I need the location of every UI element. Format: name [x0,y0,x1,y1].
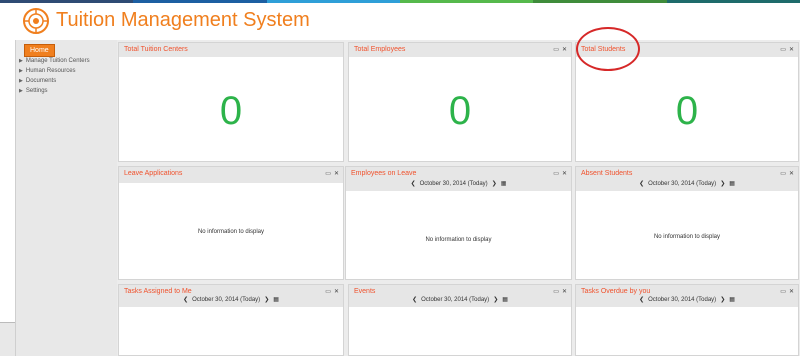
panel-controls: ▭ ✕ [550,46,567,53]
chevron-right-icon[interactable]: ❯ [720,181,725,187]
date-navigator: ❮ October 30, 2014 (Today) ❯ ▦ [576,180,798,187]
panel-employees-on-leave: Employees on Leave ▭ ✕ ❮ October 30, 2014 … [345,166,572,280]
panel-title: Tasks Overdue by you [581,288,651,295]
sidebar-item-human-resources[interactable]: ▶ Human Resources [19,66,90,76]
panel-header: Events ▭ ✕ ❮ October 30, 2014 (Today) ❯ ▦ [349,285,571,307]
sidebar: Home ▶ Manage Tuition Centers ▶ Human Reso… [15,40,117,356]
panel-controls: ▭ ✕ [777,46,794,53]
chevron-left-icon[interactable]: ❮ [411,181,416,187]
panel-header: Absent Students ▭ ✕ ❮ October 30, 2014 (To… [576,167,798,191]
app-header: Tuition Management System [0,3,800,40]
sidebar-item-label: Documents [25,78,57,84]
minimize-icon[interactable]: ▭ [325,289,331,295]
sidebar-item-documents[interactable]: ▶ Documents [19,76,90,86]
sidebar-item-label: Human Resources [25,68,76,74]
total-students-value: 0 [675,89,699,133]
panel-header: Total Tuition Centers [119,43,343,57]
panel-tasks-assigned: Tasks Assigned to Me ▭ ✕ ❮ October 30, 201… [118,284,344,356]
close-icon[interactable]: ✕ [562,289,567,295]
panel-events: Events ▭ ✕ ❮ October 30, 2014 (Today) ❯ ▦ [348,284,572,356]
panel-leave-applications: Leave Applications ▭ ✕ No information to … [118,166,344,280]
minimize-icon[interactable]: ▭ [553,289,559,295]
panel-total-employees: Total Employees ▭ ✕ 0 [348,42,572,162]
empty-message: No information to display [197,229,265,235]
close-icon[interactable]: ✕ [334,289,339,295]
left-strip [0,40,15,324]
chevron-left-icon[interactable]: ❮ [412,297,417,303]
chevron-left-icon[interactable]: ❮ [639,297,644,303]
chevron-right-icon[interactable]: ❯ [492,181,497,187]
panel-controls: ▭ ✕ [777,170,794,177]
calendar-icon[interactable]: ▦ [729,181,735,187]
panel-title: Tasks Assigned to Me [124,288,192,295]
panel-controls: ▭ ✕ [550,170,567,177]
caret-right-icon: ▶ [19,78,23,84]
panel-title: Leave Applications [124,170,183,177]
date-label: October 30, 2014 (Today) [421,297,490,303]
calendar-icon[interactable]: ▦ [729,297,735,303]
date-navigator: ❮ October 30, 2014 (Today) ❯ ▦ [576,296,798,303]
minimize-icon[interactable]: ▭ [780,289,786,295]
panel-header: Tasks Overdue by you ▭ ✕ ❮ October 30, 201… [576,285,798,307]
close-icon[interactable]: ✕ [562,47,567,53]
panel-title: Total Employees [354,46,406,53]
panel-header: Leave Applications ▭ ✕ [119,167,343,183]
minimize-icon[interactable]: ▭ [780,171,786,177]
chevron-left-icon[interactable]: ❮ [183,297,188,303]
chevron-right-icon[interactable]: ❯ [493,297,498,303]
panel-absent-students: Absent Students ▭ ✕ ❮ October 30, 2014 (To… [575,166,799,280]
annotation-circle [576,27,640,71]
panel-controls: ▭ ✕ [550,288,567,295]
close-icon[interactable]: ✕ [562,171,567,177]
minimize-icon[interactable]: ▭ [780,47,786,53]
date-label: October 30, 2014 (Today) [648,181,717,187]
close-icon[interactable]: ✕ [789,171,794,177]
date-navigator: ❮ October 30, 2014 (Today) ❯ ▦ [119,296,343,303]
panel-title: Events [354,288,376,295]
caret-right-icon: ▶ [19,88,23,94]
panel-tasks-overdue: Tasks Overdue by you ▭ ✕ ❮ October 30, 201… [575,284,799,356]
caret-right-icon: ▶ [19,68,23,74]
empty-message: No information to display [425,237,492,243]
panel-title: Total Tuition Centers [124,46,188,53]
date-label: October 30, 2014 (Today) [419,181,488,187]
calendar-icon[interactable]: ▦ [501,181,507,187]
panel-header: Tasks Assigned to Me ▭ ✕ ❮ October 30, 201… [119,285,343,307]
minimize-icon[interactable]: ▭ [553,47,559,53]
sidebar-menu: ▶ Manage Tuition Centers ▶ Human Resources… [19,56,90,96]
caret-right-icon: ▶ [19,58,23,64]
panel-header: Total Employees ▭ ✕ [349,43,571,57]
date-navigator: ❮ October 30, 2014 (Today) ❯ ▦ [349,296,571,303]
sidebar-item-settings[interactable]: ▶ Settings [19,86,90,96]
panel-title: Employees on Leave [351,170,417,177]
chevron-right-icon[interactable]: ❯ [264,297,269,303]
panel-controls: ▭ ✕ [322,288,339,295]
date-label: October 30, 2014 (Today) [648,297,717,303]
sidebar-item-label: Manage Tuition Centers [25,58,90,64]
chevron-right-icon[interactable]: ❯ [720,297,725,303]
chevron-left-icon[interactable]: ❮ [639,181,644,187]
sidebar-item-label: Settings [25,88,48,94]
total-employees-value: 0 [448,89,472,133]
calendar-icon[interactable]: ▦ [273,297,279,303]
total-centers-value: 0 [219,89,243,133]
panel-total-tuition-centers: Total Tuition Centers 0 [118,42,344,162]
calendar-icon[interactable]: ▦ [502,297,508,303]
app-title: Tuition Management System [56,9,310,31]
empty-message: No information to display [653,234,721,240]
panel-header: Employees on Leave ▭ ✕ ❮ October 30, 2014 … [346,167,571,191]
sidebar-item-manage-tuition-centers[interactable]: ▶ Manage Tuition Centers [19,56,90,66]
panel-controls: ▭ ✕ [322,170,339,177]
close-icon[interactable]: ✕ [789,289,794,295]
close-icon[interactable]: ✕ [334,171,339,177]
close-icon[interactable]: ✕ [789,47,794,53]
panel-title: Absent Students [581,170,633,177]
panel-controls: ▭ ✕ [777,288,794,295]
date-label: October 30, 2014 (Today) [192,297,261,303]
left-corner [0,322,15,356]
minimize-icon[interactable]: ▭ [553,171,559,177]
date-navigator: ❮ October 30, 2014 (Today) ❯ ▦ [346,180,571,187]
minimize-icon[interactable]: ▭ [325,171,331,177]
logo-icon [23,8,49,34]
